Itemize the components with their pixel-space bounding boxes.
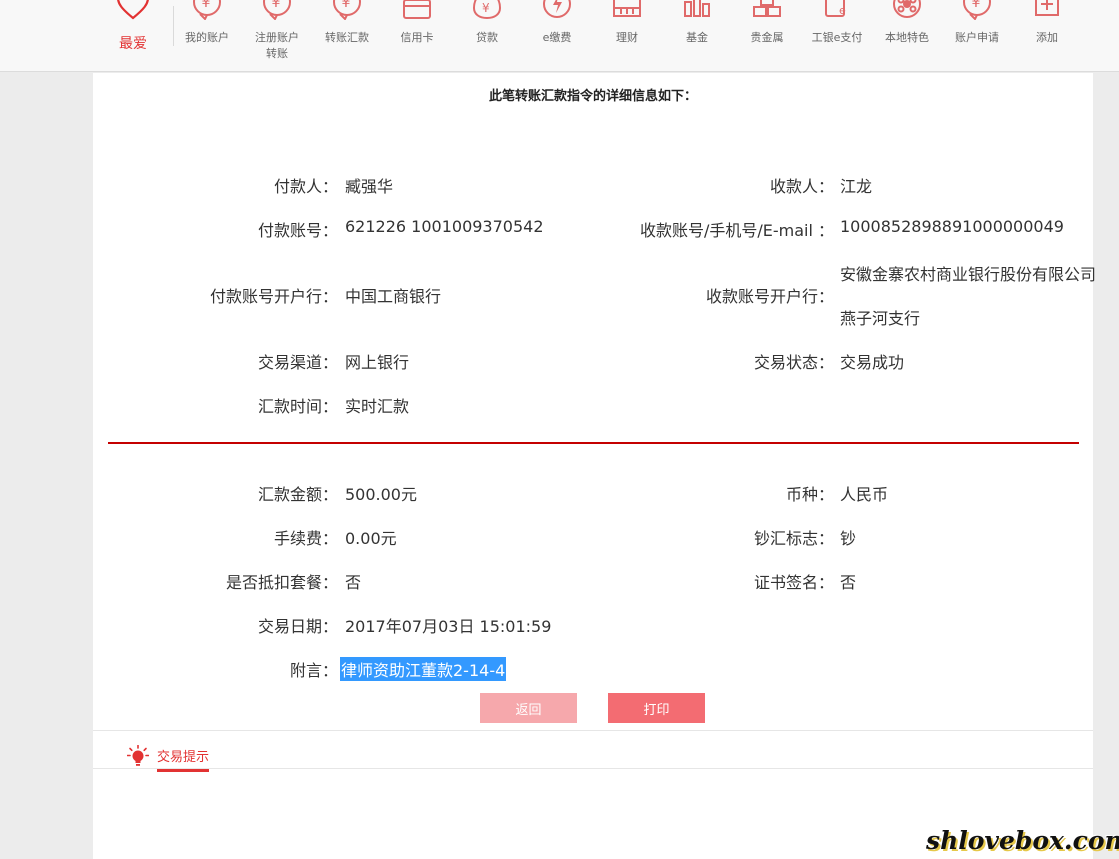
package-deduct-value: 否 xyxy=(345,573,362,592)
credit-card-icon xyxy=(403,0,431,19)
icbc-epay-icon: e xyxy=(825,0,846,17)
nav-item-icbc-epay[interactable]: e 工银e支付 xyxy=(802,0,872,72)
local-feature-icon xyxy=(893,0,921,18)
payee-account-label: 收款账号/手机号/E-mail ： xyxy=(639,221,834,240)
trade-date-label: 交易日期： xyxy=(257,617,338,636)
svg-text:¥: ¥ xyxy=(972,0,981,11)
wealth-icon xyxy=(613,0,641,17)
nav-item-wealth[interactable]: 理财 xyxy=(592,0,662,72)
account-icon: ¥ xyxy=(193,0,221,20)
nav-item-label: 本地特色 xyxy=(885,31,929,44)
payer-label: 付款人： xyxy=(273,177,338,196)
remit-time-value: 实时汇款 xyxy=(345,397,410,416)
e-payment-icon xyxy=(543,0,571,18)
nav-item-add[interactable]: 添加 xyxy=(1012,0,1082,72)
nav-item-label: 理财 xyxy=(616,31,638,44)
payer-bank-value: 中国工商银行 xyxy=(345,287,442,306)
channel-label: 交易渠道： xyxy=(257,353,338,372)
payee-label: 收款人： xyxy=(769,177,834,196)
amount-label: 汇款金额： xyxy=(257,485,338,504)
nav-item-registered-transfer[interactable]: ¥ 注册账户 转账 xyxy=(242,0,312,72)
watermark: shlovebox.com xyxy=(926,826,1119,855)
nav-item-label: 注册账户 转账 xyxy=(255,31,299,60)
payee-bank-label: 收款账号开户行： xyxy=(705,287,834,306)
currency-value: 人民币 xyxy=(840,485,889,504)
precious-metal-icon xyxy=(753,0,781,17)
nav-item-label: 贷款 xyxy=(476,31,498,44)
cash-flag-label: 钞汇标志： xyxy=(753,529,834,548)
nav-item-account[interactable]: ¥ 我的账户 xyxy=(172,0,242,72)
tips-header: 交易提示 xyxy=(93,731,1093,772)
payer-value: 臧强华 xyxy=(345,177,394,196)
loan-icon: ¥ xyxy=(472,0,502,20)
nav-item-label: 贵金属 xyxy=(750,31,784,44)
heart-icon xyxy=(117,0,149,20)
status-label: 交易状态： xyxy=(753,353,834,372)
payer-account-label: 付款账号： xyxy=(257,221,338,240)
transfer-detail-panel: 此笔转账汇款指令的详细信息如下： 付款人： 臧强华 收款人： 江龙 付款账号： … xyxy=(93,73,1097,730)
nav-item-e-payment[interactable]: e缴费 xyxy=(522,0,592,72)
nav-item-label: 信用卡 xyxy=(400,31,434,44)
amount-value: 500.00元 xyxy=(345,485,417,504)
remit-time-label: 汇款时间： xyxy=(257,397,338,416)
nav-item-label: 我的账户 xyxy=(185,31,229,44)
note-value[interactable]: 律师资助江董款2-14-4 xyxy=(340,657,507,681)
add-icon xyxy=(1035,0,1059,16)
transfer-icon: ¥ xyxy=(333,0,361,20)
svg-text:¥: ¥ xyxy=(482,1,490,15)
payee-value: 江龙 xyxy=(840,177,873,196)
nav-item-label: 基金 xyxy=(686,31,708,44)
svg-text:¥: ¥ xyxy=(202,0,211,11)
nav-item-fund[interactable]: 基金 xyxy=(662,0,732,72)
payee-account-value: 1000852898891000000049 xyxy=(840,217,1064,236)
note-label: 附言： xyxy=(289,661,338,680)
fund-icon xyxy=(684,0,710,17)
svg-text:¥: ¥ xyxy=(272,0,281,11)
cash-flag-value: 钞 xyxy=(840,529,857,548)
account-apply-icon: ¥ xyxy=(963,0,991,20)
nav-item-label: 工银e支付 xyxy=(811,31,863,44)
nav-item-account-apply[interactable]: ¥ 账户申请 xyxy=(942,0,1012,72)
svg-text:¥: ¥ xyxy=(342,0,351,11)
nav-item-label: 转账汇款 xyxy=(325,31,369,44)
nav-item-transfer[interactable]: ¥ 转账汇款 xyxy=(312,0,382,72)
back-button[interactable]: 返回 xyxy=(480,693,577,723)
currency-label: 币种： xyxy=(785,485,834,504)
package-deduct-label: 是否抵扣套餐： xyxy=(225,573,338,592)
top-navigation-bar: 最爱 ¥ 我的账户 ¥ 注册账户 转账 ¥ 转账汇款 信用卡 ¥ 贷款 e缴费 理财 基金 贵金属 e 工银… xyxy=(0,0,1119,72)
nav-item-label: 账户申请 xyxy=(955,31,999,44)
favorites-tab[interactable]: 最爱 xyxy=(108,0,158,72)
payer-bank-label: 付款账号开户行： xyxy=(209,287,338,306)
fee-label: 手续费： xyxy=(273,529,338,548)
nav-item-credit-card[interactable]: 信用卡 xyxy=(382,0,452,72)
svg-text:e: e xyxy=(839,4,846,17)
cert-sign-label: 证书签名： xyxy=(753,573,834,592)
payee-bank-value-line2: 燕子河支行 xyxy=(840,309,921,328)
nav-item-local-feature[interactable]: 本地特色 xyxy=(872,0,942,72)
nav-item-precious-metal[interactable]: 贵金属 xyxy=(732,0,802,72)
tips-tab[interactable]: 交易提示 xyxy=(157,746,210,772)
favorites-label: 最爱 xyxy=(119,36,147,52)
print-button[interactable]: 打印 xyxy=(608,693,705,723)
nav-item-label: e缴费 xyxy=(542,31,572,44)
payee-bank-value-line1: 安徽金寨农村商业银行股份有限公司 xyxy=(840,265,1097,284)
channel-value: 网上银行 xyxy=(345,353,410,372)
section-divider xyxy=(108,442,1079,444)
lightbulb-icon xyxy=(127,745,149,766)
trade-date-value: 2017年07月03日 15:01:59 xyxy=(345,617,552,636)
payer-account-value: 621226 1001009370542 xyxy=(345,217,544,236)
cert-sign-value: 否 xyxy=(840,573,857,592)
fee-value: 0.00元 xyxy=(345,529,397,548)
nav-item-label: 添加 xyxy=(1036,31,1058,44)
nav-item-loan[interactable]: ¥ 贷款 xyxy=(452,0,522,72)
page-title: 此笔转账汇款指令的详细信息如下： xyxy=(488,89,697,104)
registered-transfer-icon: ¥ xyxy=(263,0,291,20)
status-value: 交易成功 xyxy=(840,353,905,372)
